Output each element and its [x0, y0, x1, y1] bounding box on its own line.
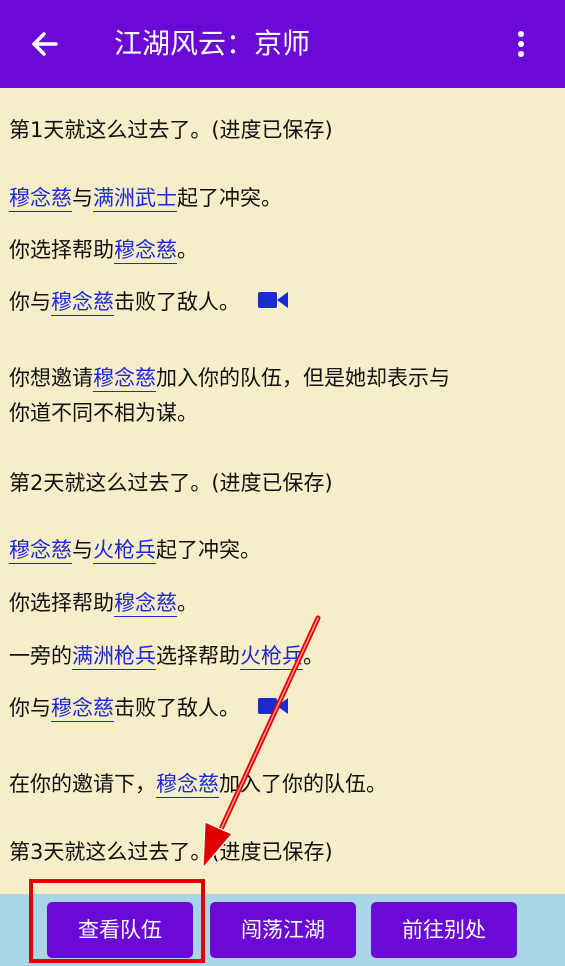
- arrow-left-icon: [32, 32, 58, 56]
- text: 加入了你的队伍。: [219, 772, 387, 796]
- text: 选择帮助: [156, 644, 240, 668]
- character-link[interactable]: 穆念慈: [9, 538, 72, 564]
- roam-jianghu-button[interactable]: 闯荡江湖: [210, 902, 356, 958]
- view-team-button[interactable]: 查看队伍: [47, 902, 193, 958]
- log-day-3: 第3天就这么过去了。(进度已保存): [9, 840, 333, 864]
- text: 你想邀请: [9, 366, 93, 390]
- text: 起了冲突。: [177, 186, 282, 210]
- text: 。: [177, 591, 198, 615]
- video-camera-icon: [258, 698, 288, 714]
- video-camera-icon: [258, 292, 288, 308]
- log-day-2: 第2天就这么过去了。(进度已保存): [9, 471, 333, 495]
- character-link[interactable]: 穆念慈: [51, 696, 114, 722]
- log-line-help-2: 你选择帮助穆念慈。: [9, 588, 198, 618]
- character-link[interactable]: 满洲枪兵: [72, 644, 156, 670]
- text: 你选择帮助: [9, 591, 114, 615]
- character-link[interactable]: 穆念慈: [9, 186, 72, 212]
- log-line-victory-1: 你与穆念慈击败了敌人。: [9, 287, 288, 318]
- text: 击败了敌人。: [114, 290, 240, 314]
- log-day-1: 第1天就这么过去了。(进度已保存): [9, 118, 333, 142]
- log-line-conflict-2: 穆念慈与火枪兵起了冲突。: [9, 535, 261, 565]
- character-link[interactable]: 火枪兵: [240, 644, 303, 670]
- more-vertical-icon: [518, 31, 524, 57]
- log-line-victory-2: 你与穆念慈击败了敌人。: [9, 693, 288, 724]
- log-line-invite-refused: 你想邀请穆念慈加入你的队伍，但是她却表示与: [9, 363, 450, 393]
- log-line-ally-help: 一旁的满洲枪兵选择帮助火枪兵。: [9, 641, 324, 671]
- text: 起了冲突。: [156, 538, 261, 562]
- bottom-action-bar: 查看队伍 闯荡江湖 前往别处: [0, 894, 565, 966]
- log-line-invite-refused-cont: 你道不同不相为谋。: [9, 401, 198, 425]
- text: 与: [72, 538, 93, 562]
- character-link[interactable]: 火枪兵: [93, 538, 156, 564]
- character-link[interactable]: 穆念慈: [93, 366, 156, 392]
- go-elsewhere-button[interactable]: 前往别处: [371, 902, 517, 958]
- text: 你与: [9, 290, 51, 314]
- more-options-button[interactable]: [505, 22, 537, 66]
- log-line-joined: 在你的邀请下，穆念慈加入了你的队伍。: [9, 769, 387, 799]
- text: 加入你的队伍，但是她却表示与: [156, 366, 450, 390]
- app-bar: 江湖风云：京师: [0, 0, 565, 88]
- character-link[interactable]: 穆念慈: [156, 772, 219, 798]
- log-line-conflict-1: 穆念慈与满洲武士起了冲突。: [9, 183, 282, 213]
- video-replay-button[interactable]: [258, 288, 288, 318]
- text: 你选择帮助: [9, 238, 114, 262]
- log-line-help-1: 你选择帮助穆念慈。: [9, 235, 198, 265]
- back-button[interactable]: [24, 22, 68, 66]
- text: 击败了敌人。: [114, 696, 240, 720]
- character-link[interactable]: 穆念慈: [51, 290, 114, 316]
- video-replay-button[interactable]: [258, 694, 288, 724]
- character-link[interactable]: 满洲武士: [93, 186, 177, 212]
- character-link[interactable]: 穆念慈: [114, 238, 177, 264]
- text: 。: [303, 644, 324, 668]
- text: 你与: [9, 696, 51, 720]
- text: 一旁的: [9, 644, 72, 668]
- character-link[interactable]: 穆念慈: [114, 591, 177, 617]
- page-title: 江湖风云：京师: [114, 27, 311, 60]
- text: 在你的邀请下，: [9, 772, 156, 796]
- text: 。: [177, 238, 198, 262]
- text: 与: [72, 186, 93, 210]
